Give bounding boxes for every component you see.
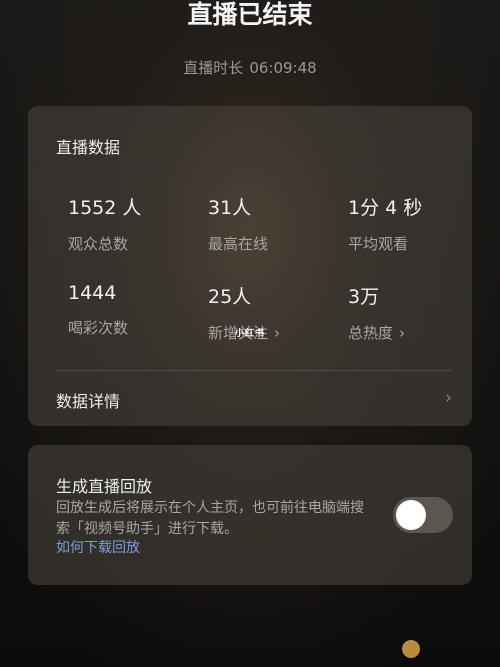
stat-value: 31人 — [208, 197, 252, 219]
stat-label: 喝彩次数 — [68, 319, 129, 337]
divider — [56, 370, 452, 371]
stat-label: 最高在线 — [208, 235, 269, 253]
stat-value: 3万 — [348, 286, 380, 308]
stat-label: 总热度 — [348, 324, 394, 342]
stat-total-viewers: 1552 人 观众总数 — [68, 193, 141, 254]
live-duration: 直播时长 06:09:48 — [0, 57, 500, 78]
replay-toggle[interactable] — [393, 497, 453, 533]
stat-peak-online: 31人 最高在线 — [208, 193, 268, 254]
toggle-knob — [396, 500, 426, 530]
stat-average-watch: 1分 4 秒 平均观看 — [348, 193, 422, 254]
replay-description: 回放生成后将展示在个人主页，也可前往电脑端搜索「视频号助手」进行下载。 — [56, 500, 364, 537]
stat-label: 平均观看 — [348, 235, 409, 253]
stats-card-title: 直播数据 — [56, 138, 121, 157]
data-details-row[interactable]: 数据详情 › — [28, 372, 472, 426]
duration-value: 06:09:48 — [249, 59, 317, 77]
stat-value: 1444 — [68, 282, 117, 304]
stat-total-heat[interactable]: 3万 总热度 › — [348, 282, 405, 343]
chevron-right-icon: › — [445, 388, 452, 408]
download-replay-link[interactable]: 如何下载回放 — [56, 537, 140, 557]
stat-value: 1分 4 秒 — [348, 197, 423, 219]
stat-value: 25人 — [208, 286, 252, 308]
chevron-right-icon: › — [274, 324, 281, 342]
stat-label: 观众总数 — [68, 235, 129, 253]
data-details-label: 数据详情 — [56, 392, 121, 411]
sticker-overlay: 小红书 — [234, 329, 265, 339]
chevron-right-icon: › — [399, 324, 406, 342]
page-title: 直播已结束 — [187, 0, 313, 29]
stat-cheers: 1444 喝彩次数 — [68, 282, 128, 338]
replay-title: 生成直播回放 — [56, 477, 153, 496]
stat-value: 1552 人 — [68, 197, 142, 219]
duration-label: 直播时长 — [183, 59, 244, 77]
watermark-logo-icon — [402, 640, 420, 658]
watermark — [402, 638, 484, 660]
